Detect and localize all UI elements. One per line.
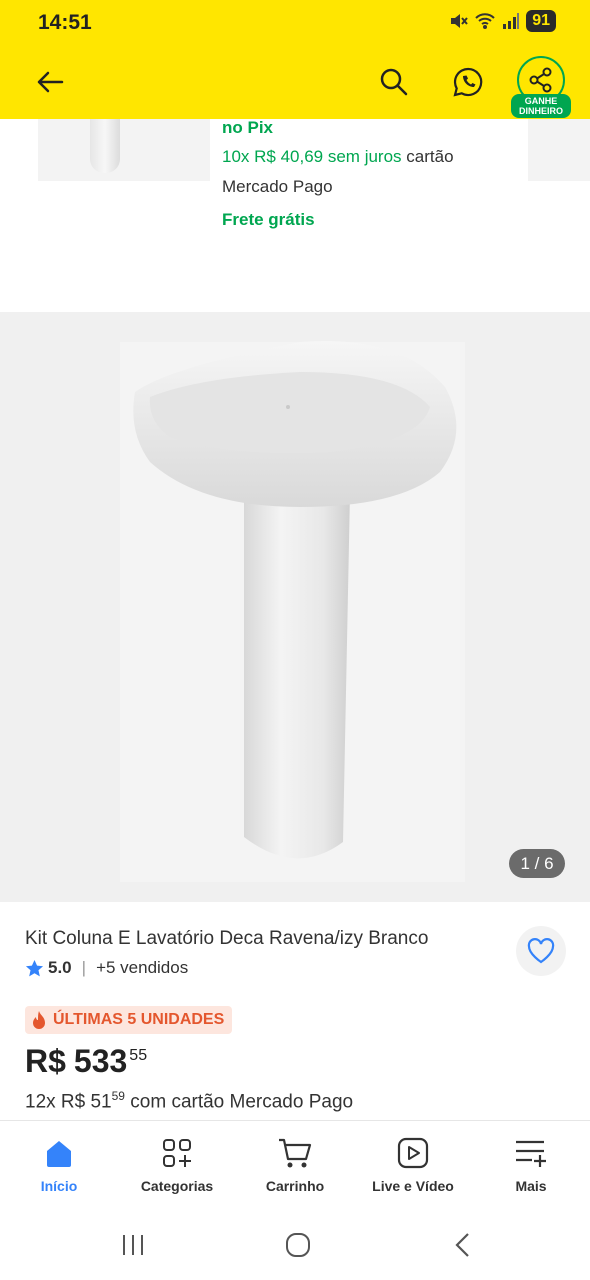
share-icon [529,67,552,93]
system-navigation-bar [0,1210,590,1280]
price-integer: 533 [73,1043,128,1079]
product-image-gallery[interactable]: 1 / 6 [0,312,590,902]
video-icon [397,1137,429,1169]
home-icon [47,1141,71,1167]
fire-icon [33,1011,45,1029]
app-header-bar: 14:51 91 GANHE DINHEIRO [0,0,590,119]
cart-icon [279,1138,312,1168]
previous-card-info[interactable]: no Pix 10x R$ 40,69 sem juros cartão Mer… [222,118,522,230]
installments-green: 10x R$ 40,69 sem juros [222,147,402,166]
earn-badge-line2: DINHEIRO [518,106,563,116]
whatsapp-share-button[interactable] [448,62,488,102]
back-button[interactable] [30,62,70,102]
favorite-button[interactable] [516,926,566,976]
stock-badge-text: ÚLTIMAS 5 UNIDADES [53,1011,225,1028]
rating-row[interactable]: 5.0 | +5 vendidos [25,958,188,978]
installments-line2: Mercado Pago [222,177,333,196]
star-icon [25,959,44,976]
nav-label-home: Início [40,1178,78,1194]
earn-badge-line1: GANHE [524,96,558,106]
nav-label-categories: Categorias [140,1178,214,1194]
status-bar: 14:51 91 [0,0,590,46]
search-button[interactable] [374,62,414,102]
stock-badge: ÚLTIMAS 5 UNIDADES [25,1006,233,1034]
mute-icon [451,14,468,28]
free-shipping-label: Frete grátis [222,210,315,229]
nav-item-cart[interactable]: Carrinho [236,1121,354,1211]
search-icon [380,68,408,96]
price-currency: R$ [25,1043,66,1079]
status-icons: 91 [448,10,556,32]
price: R$ 533 55 [25,1043,147,1080]
sold-count: +5 vendidos [96,958,189,977]
arrow-left-icon [37,71,64,93]
nav-item-categories[interactable]: Categorias [118,1121,236,1211]
installments-rest: cartão [406,147,454,166]
product-title: Kit Coluna E Lavatório Deca Ravena/izy B… [25,928,429,949]
nav-label-cart: Carrinho [265,1178,325,1194]
nav-item-home[interactable]: Início [0,1121,118,1211]
product-image [120,340,465,882]
inst-cents: 59 [111,1089,125,1103]
share-earn-button[interactable]: GANHE DINHEIRO [511,54,571,118]
inst-prefix: 12x R$ 51 [25,1091,112,1113]
nav-label-more: Mais [515,1178,547,1194]
rating-score: 5.0 [48,958,72,977]
nav-item-more[interactable]: Mais [472,1121,590,1211]
installments-text: 10x R$ 40,69 sem juros cartão [222,142,522,172]
recent-apps-icon [123,1235,143,1255]
price-cents: 55 [129,1047,148,1064]
whatsapp-icon [453,67,483,97]
heart-icon [527,938,555,964]
previous-card-column-image [90,119,120,173]
more-icon [516,1140,546,1167]
rating-separator: | [81,958,87,977]
battery-indicator: 91 [526,10,556,32]
status-time: 14:51 [38,11,92,34]
wifi-icon [475,13,495,29]
system-back-button[interactable] [443,1230,483,1260]
previous-card-image[interactable] [38,119,210,181]
pix-text: no Pix [222,118,274,137]
nav-header: GANHE DINHEIRO [0,50,590,118]
gallery-pager: 1 / 6 [509,849,565,878]
nav-item-live-video[interactable]: Live e Vídeo [354,1121,472,1211]
recent-apps-button[interactable] [113,1230,153,1260]
signal-icon [503,13,520,29]
categories-icon [163,1139,191,1167]
next-card-image[interactable] [528,119,590,181]
home-circle-icon [286,1233,310,1257]
bottom-navigation: Início Categorias Carrinho Live e Vídeo … [0,1120,590,1210]
chevron-left-icon [455,1233,469,1257]
home-system-button[interactable] [278,1230,318,1260]
earn-money-badge: GANHE DINHEIRO [511,94,571,118]
installments-info: 12x R$ 5159 com cartão Mercado Pago [25,1089,353,1113]
nav-label-live-video: Live e Vídeo [372,1178,454,1194]
inst-suffix: com cartão Mercado Pago [130,1091,354,1113]
